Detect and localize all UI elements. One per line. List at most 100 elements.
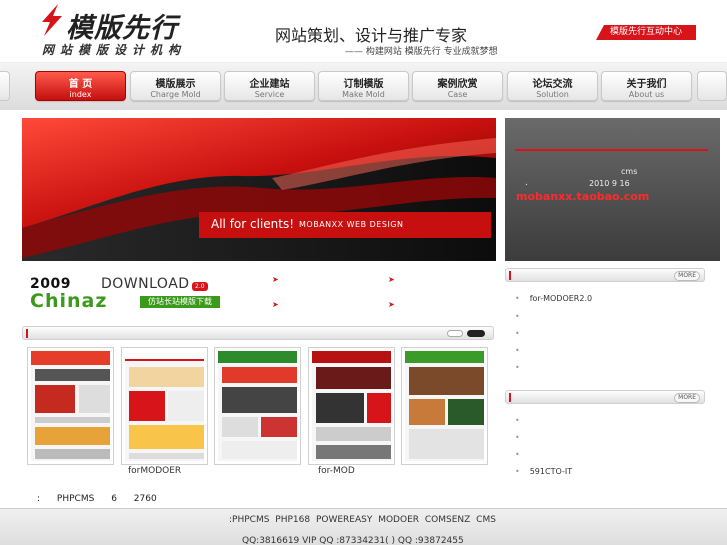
- stats-count-b: 2760: [133, 494, 157, 504]
- bullet-icon: •: [515, 312, 520, 321]
- download-caption: 仿站长站模版下载: [140, 296, 220, 308]
- nav-sublabel: Service: [254, 90, 285, 99]
- nav-label: 论坛交流: [532, 79, 573, 90]
- bar-accent: [26, 329, 28, 338]
- stats-product: PHPCMS: [56, 494, 95, 504]
- list-item[interactable]: •: [515, 450, 530, 459]
- bullet-icon: •: [515, 329, 520, 338]
- header: 模版先行 网站模版设计机构 网站策划、设计与推广专家 —— 构建网站 模版先行 …: [0, 0, 727, 62]
- list-item[interactable]: •: [515, 329, 530, 338]
- nav-item-case[interactable]: 案例欣赏 Case: [412, 71, 503, 101]
- nav-item-about[interactable]: 关于我们 About us: [601, 71, 692, 101]
- nav-item-forum[interactable]: 论坛交流 Solution: [507, 71, 598, 101]
- slogan: 网站策划、设计与推广专家: [275, 26, 468, 45]
- nav-item-templates[interactable]: 模版展示 Charge Mold: [130, 71, 221, 101]
- red-ribbon-graphic: [22, 118, 496, 261]
- template-thumbnail[interactable]: [214, 347, 301, 465]
- nav-label: 订制模版: [343, 79, 384, 90]
- nav-sublabel: Charge Mold: [150, 90, 201, 99]
- arrow-icon[interactable]: ➤: [388, 300, 395, 309]
- bullet-icon: •: [515, 467, 520, 476]
- logo[interactable]: 模版先行 网站模版设计机构: [36, 4, 196, 57]
- nav-item-index[interactable]: 首 页 index: [35, 71, 126, 101]
- nav-sublabel: index: [69, 90, 92, 99]
- bullet-icon: •: [515, 363, 520, 372]
- thumbnail-caption[interactable]: forMODOER: [128, 466, 181, 476]
- more-button[interactable]: MORE: [674, 271, 700, 281]
- list-item[interactable]: •: [515, 346, 530, 355]
- more-button[interactable]: MORE: [674, 393, 700, 403]
- arrow-icon[interactable]: ➤: [272, 275, 279, 284]
- page: 模版先行 网站模版设计机构 网站策划、设计与推广专家 —— 构建网站 模版先行 …: [0, 0, 727, 545]
- banner-brand: MOBANXX WEB DESIGN: [299, 220, 404, 229]
- footer: :PHPCMS PHP168 POWEREASY MODOER COMSENZ …: [0, 508, 727, 545]
- banner-caption: All for clients! MOBANXX WEB DESIGN: [199, 212, 491, 238]
- stats-prefix: :: [37, 494, 41, 504]
- list-item[interactable]: •: [515, 433, 530, 442]
- main-nav: 首 页 index 模版展示 Charge Mold 企业建站 Service …: [0, 62, 727, 110]
- site-stats: : PHPCMS 6 2760: [37, 494, 171, 504]
- right-section-bar: MORE: [505, 390, 705, 404]
- nav-label: 关于我们: [626, 79, 667, 90]
- template-thumbnail[interactable]: [401, 347, 488, 465]
- bullet-icon: •: [515, 416, 520, 425]
- info-dot: .: [525, 178, 528, 188]
- nav-item-make-mold[interactable]: 订制模版 Make Mold: [318, 71, 409, 101]
- list-item[interactable]: •: [515, 416, 530, 425]
- bullet-icon: •: [515, 346, 520, 355]
- list-item[interactable]: •: [515, 363, 530, 372]
- right-section-bar: MORE: [505, 268, 705, 282]
- list-item-text: for-MODOER2.0: [529, 294, 593, 303]
- bullet-icon: •: [515, 450, 520, 459]
- arrow-icon[interactable]: ➤: [272, 300, 279, 309]
- shop-link[interactable]: mobanxx.taobao.com: [516, 190, 649, 203]
- bar-accent: [509, 271, 511, 280]
- thumbnail-preview: [312, 351, 391, 461]
- thumbnail-preview: [125, 351, 204, 461]
- footer-contact: QQ:3816619 VIP QQ :87334231( ) QQ :93872…: [242, 536, 464, 545]
- logo-title: 模版先行: [66, 13, 178, 44]
- info-panel: cms . 2010 9 16 mobanxx.taobao.com: [505, 118, 720, 261]
- thumbnail-preview: [218, 351, 297, 461]
- logo-subtitle: 网站模版设计机构: [42, 43, 187, 57]
- list-item[interactable]: • 591CTO-IT: [515, 467, 572, 476]
- hub-link[interactable]: 模版先行互动中心: [596, 25, 696, 40]
- template-thumbnail[interactable]: [121, 347, 208, 465]
- nav-label: 模版展示: [155, 79, 196, 90]
- info-date: 2010 9 16: [589, 179, 630, 188]
- nav-sublabel: About us: [628, 90, 665, 99]
- nav-item-service[interactable]: 企业建站 Service: [224, 71, 315, 101]
- nav-sublabel: Case: [447, 90, 468, 99]
- lightning-icon: [42, 4, 62, 36]
- nav-label: 案例欣赏: [437, 79, 478, 90]
- download-badge[interactable]: 2009 DOWNLOAD 2.0 Chinaz 仿站长站模版下载: [30, 276, 220, 312]
- nav-label: 首 页: [68, 79, 93, 90]
- hero-banner[interactable]: All for clients! MOBANXX WEB DESIGN: [22, 118, 496, 261]
- nav-sublabel: Solution: [536, 90, 569, 99]
- list-item-text: 591CTO-IT: [529, 467, 573, 476]
- info-cms: cms: [621, 167, 638, 176]
- prev-button[interactable]: [447, 330, 463, 337]
- thumbnail-preview: [405, 351, 484, 461]
- list-item[interactable]: • for-MODOER2.0: [515, 294, 592, 303]
- bullet-icon: •: [515, 433, 520, 442]
- next-button[interactable]: [467, 330, 485, 337]
- stats-count-a: 6: [111, 494, 117, 504]
- template-thumbnail[interactable]: [308, 347, 395, 465]
- slogan-sub: —— 构建网站 模版先行 专业成就梦想: [345, 47, 498, 57]
- gallery-bar: [22, 326, 494, 340]
- list-item[interactable]: •: [515, 312, 530, 321]
- bar-accent: [509, 393, 511, 402]
- nav-label: 企业建站: [249, 79, 290, 90]
- info-divider: [515, 149, 708, 151]
- nav-sublabel: Make Mold: [342, 90, 385, 99]
- nav-edge-left: [0, 71, 10, 101]
- thumbnail-preview: [31, 351, 110, 461]
- footer-platforms: :PHPCMS PHP168 POWEREASY MODOER COMSENZ …: [229, 515, 496, 525]
- nav-edge-right: [697, 71, 727, 101]
- download-word: DOWNLOAD: [101, 276, 190, 292]
- banner-slogan: All for clients!: [211, 217, 295, 231]
- arrow-icon[interactable]: ➤: [388, 275, 395, 284]
- thumbnail-caption[interactable]: for-MOD: [318, 466, 355, 476]
- template-thumbnail[interactable]: [27, 347, 114, 465]
